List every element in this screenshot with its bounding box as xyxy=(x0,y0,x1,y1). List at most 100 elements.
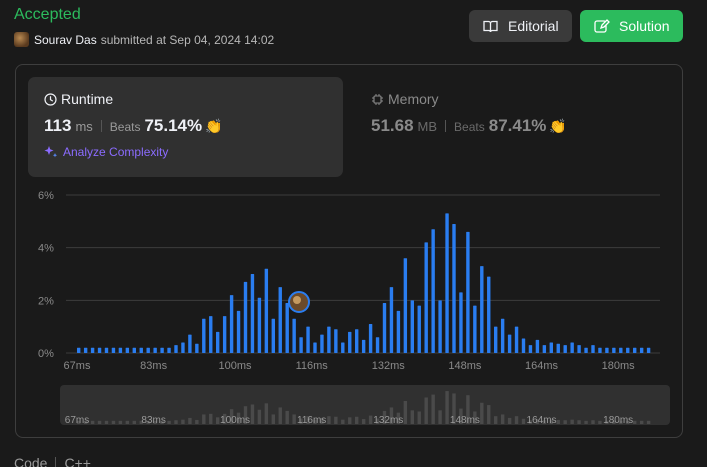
distribution-bar xyxy=(410,300,414,353)
overview-bar xyxy=(598,420,602,424)
distribution-bar xyxy=(90,347,95,353)
x-tick-label: 83ms xyxy=(140,360,167,372)
distribution-bar xyxy=(299,337,303,353)
distribution-bar xyxy=(341,342,345,353)
distribution-bar xyxy=(77,347,81,353)
distribution-bar xyxy=(382,302,387,353)
overview-x-tick-label: 180ms xyxy=(603,415,633,426)
distribution-bar xyxy=(535,339,540,353)
overview-bar xyxy=(500,414,505,424)
distribution-bar xyxy=(313,342,317,353)
distribution-bar xyxy=(146,347,150,353)
overview-bar xyxy=(334,416,338,424)
distribution-bar xyxy=(633,347,637,353)
distribution-bar xyxy=(355,329,359,353)
distribution-bar xyxy=(132,347,136,353)
overview-bar xyxy=(417,411,421,424)
distribution-bar xyxy=(466,231,470,353)
x-tick-label: 67ms xyxy=(64,360,91,372)
distribution-bar xyxy=(556,343,560,353)
y-tick-label: 6% xyxy=(38,190,54,202)
distribution-bar xyxy=(271,318,275,353)
overview-bar xyxy=(292,414,296,424)
distribution-bar xyxy=(646,347,651,353)
distribution-bar xyxy=(452,223,456,353)
distribution-bar xyxy=(459,292,463,353)
overview-bar xyxy=(125,420,130,424)
distribution-bar xyxy=(591,345,595,353)
distribution-bar xyxy=(250,274,255,353)
overview-bar xyxy=(507,417,512,424)
overview-bar xyxy=(104,420,109,424)
distribution-bar xyxy=(97,347,102,353)
x-tick-label: 100ms xyxy=(219,360,253,372)
distribution-bar xyxy=(222,316,227,353)
y-tick-label: 0% xyxy=(38,348,54,360)
distribution-bar xyxy=(348,331,352,353)
distribution-bar xyxy=(438,300,442,353)
overview-bar xyxy=(285,410,289,424)
overview-bar xyxy=(570,419,574,424)
overview-bar xyxy=(563,420,567,424)
y-tick-label: 4% xyxy=(38,243,54,255)
distribution-bar xyxy=(243,281,248,353)
overview-bar xyxy=(209,413,213,424)
overview-x-tick-label: 148ms xyxy=(450,415,480,426)
overview-bar xyxy=(361,419,366,424)
overview-bar xyxy=(250,404,255,424)
overview-x-tick-label: 83ms xyxy=(141,415,165,426)
distribution-bar xyxy=(167,347,171,353)
footer: Code C++ xyxy=(14,455,91,467)
x-tick-label: 132ms xyxy=(372,360,406,372)
distribution-bar xyxy=(160,347,164,353)
overview-bar xyxy=(646,420,651,424)
x-tick-label: 164ms xyxy=(525,360,559,372)
overview-bar xyxy=(348,417,352,424)
distribution-bar xyxy=(285,302,289,353)
overview-bar xyxy=(355,416,359,424)
distribution-bar xyxy=(327,326,331,353)
distribution-bar xyxy=(396,310,401,353)
distribution-bar xyxy=(125,347,130,353)
distribution-bar xyxy=(445,213,449,353)
overview-bar xyxy=(584,420,588,424)
distribution-bar xyxy=(480,266,484,353)
distribution-bar xyxy=(417,305,421,353)
overview-bar xyxy=(445,391,449,424)
distribution-bar xyxy=(111,347,116,353)
distribution-bar xyxy=(487,276,491,353)
distribution-bar xyxy=(209,316,213,353)
overview-bar xyxy=(97,420,102,424)
distribution-bar xyxy=(118,347,123,353)
distribution-bar xyxy=(292,318,296,353)
overview-bar xyxy=(591,420,595,424)
distribution-bar xyxy=(403,258,408,353)
overview-bar xyxy=(216,417,220,424)
distribution-bar xyxy=(368,324,373,353)
overview-bar xyxy=(188,417,192,424)
divider xyxy=(55,457,57,467)
distribution-bar xyxy=(320,334,324,353)
distribution-bar xyxy=(278,287,282,353)
distribution-bar xyxy=(584,347,588,353)
x-tick-label: 148ms xyxy=(448,360,482,372)
overview-bar xyxy=(494,416,498,424)
overview-bar xyxy=(521,418,526,424)
avatar xyxy=(292,296,301,304)
overview-bar xyxy=(90,420,95,424)
overview-bar xyxy=(639,420,644,424)
overview-bar xyxy=(410,410,414,424)
overview-bar xyxy=(167,420,171,424)
distribution-bar xyxy=(424,242,428,353)
overview-x-tick-label: 100ms xyxy=(220,415,250,426)
distribution-bar xyxy=(514,326,519,353)
distribution-bar xyxy=(598,347,602,353)
overview-bar xyxy=(327,416,331,424)
distribution-bar xyxy=(605,347,609,353)
language-label: C++ xyxy=(64,455,91,467)
distribution-bar xyxy=(389,287,394,353)
overview-bar xyxy=(174,420,178,424)
overview-bar xyxy=(118,420,123,424)
distribution-bar xyxy=(202,318,206,353)
distribution-bar xyxy=(104,347,109,353)
